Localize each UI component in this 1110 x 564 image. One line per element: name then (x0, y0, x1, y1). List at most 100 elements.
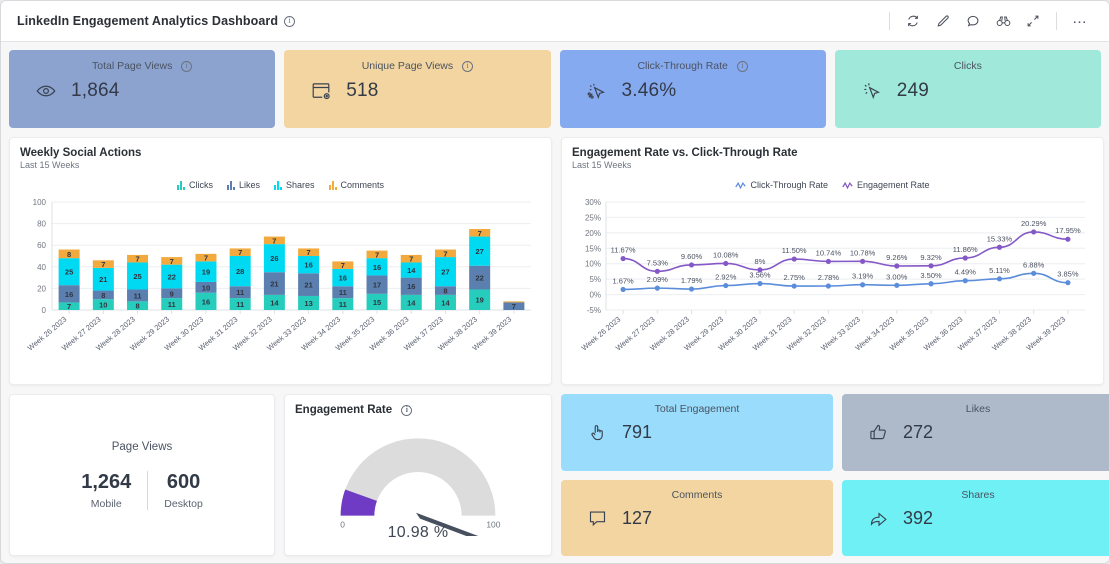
svg-text:7: 7 (238, 248, 242, 257)
kpi-label-text: Click-Through Rate (637, 60, 728, 72)
toolbar-divider-left (889, 12, 890, 30)
kpi-card-clicks[interactable]: Clicks 249 (834, 50, 1101, 128)
svg-text:0%: 0% (589, 291, 601, 300)
kpi-label-text: Unique Page Views (361, 60, 454, 72)
cursor-percent-icon (586, 80, 608, 102)
svg-text:14: 14 (270, 298, 279, 307)
svg-text:9.32%: 9.32% (920, 253, 942, 262)
svg-text:11: 11 (168, 300, 176, 309)
svg-text:80: 80 (37, 220, 46, 229)
info-icon[interactable]: i (284, 15, 296, 27)
svg-text:8: 8 (135, 302, 139, 311)
cursor-click-icon (861, 80, 883, 102)
svg-text:3.19%: 3.19% (852, 272, 874, 281)
svg-text:40: 40 (37, 263, 46, 272)
kpi-label-text: Clicks (953, 60, 982, 72)
legend-item-comments[interactable]: Comments (328, 180, 384, 190)
kpi-card-unique-page-views[interactable]: Unique Page Views i 518 (284, 50, 551, 128)
info-icon[interactable]: i (181, 60, 193, 72)
more-options-icon[interactable]: … (1065, 8, 1095, 34)
legend-item-clicks[interactable]: Clicks (176, 180, 213, 190)
legend-item-click-through-rate[interactable]: Click-Through Rate (735, 180, 828, 190)
expand-icon[interactable] (1018, 8, 1048, 34)
svg-text:11: 11 (236, 300, 244, 309)
info-icon[interactable]: i (736, 60, 748, 72)
kpi-card-click-through-rate[interactable]: Click-Through Rate i 3.46% (559, 50, 826, 128)
svg-text:0: 0 (42, 306, 47, 315)
svg-text:14: 14 (407, 266, 416, 275)
svg-text:3.50%: 3.50% (920, 271, 942, 280)
bar-series-icon (328, 180, 337, 190)
svg-text:16: 16 (202, 297, 210, 306)
svg-text:20: 20 (37, 284, 46, 293)
legend-item-engagement-rate[interactable]: Engagement Rate (842, 180, 930, 190)
pointing-hand-icon (587, 422, 608, 443)
svg-text:10.78%: 10.78% (850, 248, 876, 257)
mini-kpi-value: 791 (622, 422, 653, 442)
kpi-card-total-page-views[interactable]: Total Page Views i 1,864 (9, 50, 276, 128)
svg-text:25%: 25% (585, 213, 601, 222)
page-views-mobile: 1,264 Mobile (65, 471, 147, 510)
svg-text:7: 7 (478, 229, 482, 238)
svg-text:7: 7 (341, 261, 345, 270)
legend-label: Likes (238, 180, 260, 190)
kpi-label: Total Page Views i (21, 60, 263, 72)
binoculars-icon[interactable] (988, 8, 1018, 34)
charts-row: Weekly Social Actions Last 15 Weeks Clic… (9, 137, 1104, 385)
svg-text:8: 8 (443, 287, 447, 296)
svg-text:4.49%: 4.49% (955, 268, 977, 277)
bar-chart-legend: Clicks Likes Shares Comments (20, 180, 541, 190)
svg-text:16: 16 (304, 261, 312, 270)
app-header: LinkedIn Engagement Analytics Dashboard … (1, 1, 1109, 42)
svg-text:7: 7 (512, 302, 516, 311)
bar-series-icon (176, 180, 185, 190)
gauge-wrap: 0 100 10.98 % (295, 418, 541, 541)
svg-text:1.79%: 1.79% (681, 276, 703, 285)
legend-item-likes[interactable]: Likes (226, 180, 260, 190)
svg-text:16: 16 (373, 263, 381, 272)
mobile-value: 1,264 (81, 470, 132, 493)
svg-text:15%: 15% (585, 244, 601, 253)
svg-text:11.50%: 11.50% (782, 246, 807, 255)
svg-text:11.67%: 11.67% (611, 246, 636, 255)
svg-text:5%: 5% (589, 275, 601, 284)
kpi-row: Total Page Views i 1,864 Unique Page Vie… (9, 50, 1101, 128)
bar-series-icon (273, 180, 282, 190)
comment-icon[interactable] (958, 8, 988, 34)
svg-text:100: 100 (33, 198, 47, 207)
edit-pencil-icon[interactable] (928, 8, 958, 34)
svg-text:10.74%: 10.74% (816, 248, 842, 257)
svg-text:8: 8 (101, 291, 105, 300)
info-icon[interactable]: i (462, 60, 474, 72)
kpi-value: 518 (346, 80, 379, 101)
info-icon[interactable]: i (401, 404, 413, 416)
refresh-icon[interactable] (898, 8, 928, 34)
line-series-icon (735, 181, 747, 189)
thumbs-up-icon (868, 422, 889, 443)
svg-text:20%: 20% (585, 229, 601, 238)
mini-kpi-shares[interactable]: Shares 392 (842, 479, 1109, 556)
svg-text:19: 19 (202, 268, 210, 277)
share-arrow-icon (868, 508, 889, 529)
mini-kpi-total-engagement[interactable]: Total Engagement 791 (561, 394, 833, 471)
bar-chart-plot: 0 20 40 60 80 100 7 16 25 8 Week 26 2023 10 8 21 7 Week… (20, 196, 541, 368)
legend-item-shares[interactable]: Shares (273, 180, 315, 190)
svg-text:7: 7 (101, 260, 105, 269)
page-views-title: Page Views (111, 440, 173, 453)
svg-text:15.33%: 15.33% (987, 234, 1013, 243)
svg-text:19: 19 (476, 296, 484, 305)
mini-kpi-likes[interactable]: Likes 272 (842, 394, 1109, 471)
mini-kpi-comments[interactable]: Comments 127 (561, 479, 833, 556)
svg-text:17: 17 (373, 281, 381, 290)
svg-text:2.78%: 2.78% (818, 273, 840, 282)
gauge-title-row: Engagement Rate i (295, 404, 541, 416)
svg-text:22: 22 (168, 273, 176, 282)
mobile-label: Mobile (90, 497, 122, 510)
mini-kpi-row: 791 (573, 422, 821, 443)
page-views-numbers: 1,264 Mobile 600 Desktop (65, 470, 219, 510)
toolbar-divider-right (1056, 12, 1057, 30)
svg-text:2.09%: 2.09% (647, 275, 669, 284)
kpi-value: 249 (896, 80, 930, 101)
svg-text:27: 27 (476, 247, 484, 256)
mini-kpi-label: Total Engagement (654, 403, 740, 415)
